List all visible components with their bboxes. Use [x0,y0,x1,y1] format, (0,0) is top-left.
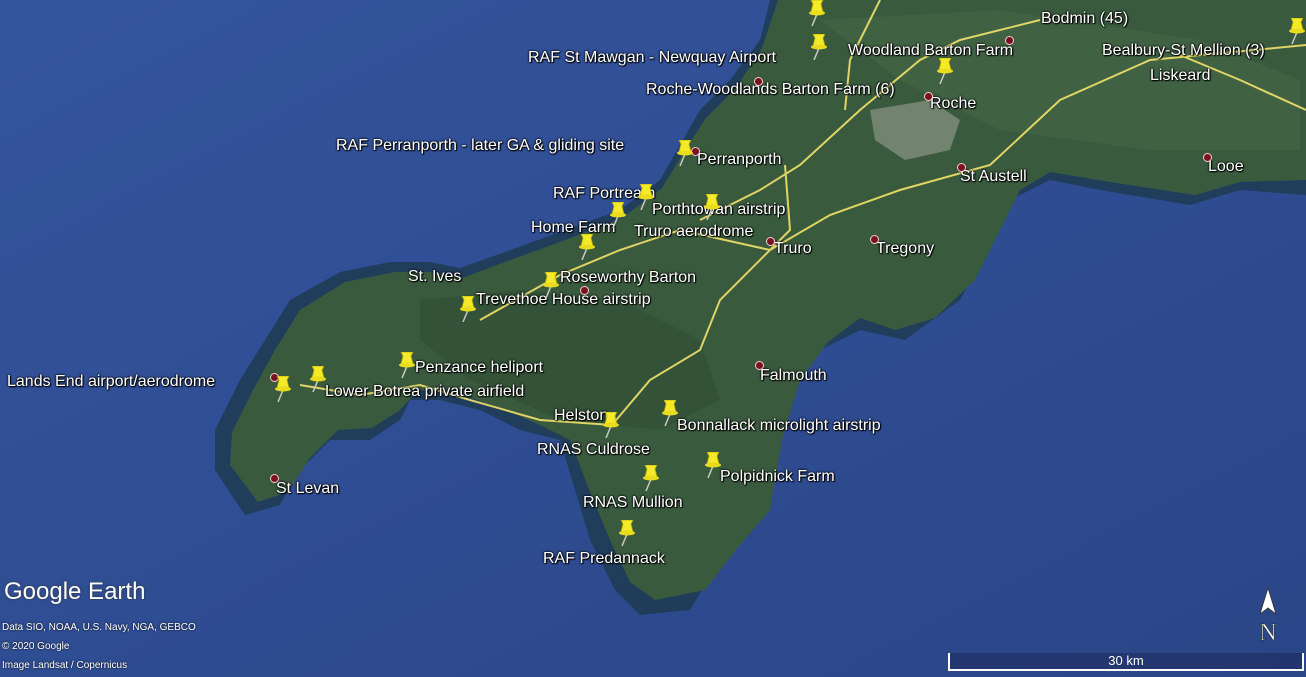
attribution-imagery: Image Landsat / Copernicus [2,660,128,671]
place-label-raf-perranporth[interactable]: RAF Perranporth - later GA & gliding sit… [336,137,624,155]
town-dot[interactable] [766,237,775,246]
pushpin-icon[interactable] [618,520,636,546]
place-label-liskeard[interactable]: Liskeard [1150,67,1210,85]
place-label-roche-woodlands[interactable]: Roche-Woodlands Barton Farm (6) [646,81,895,99]
pushpin-icon[interactable] [704,452,722,478]
attribution-data: Data SIO, NOAA, U.S. Navy, NGA, GEBCO [2,622,196,633]
pushpin-icon[interactable] [578,234,596,260]
place-label-home-farm[interactable]: Home Farm [531,219,615,237]
place-label-polpidnick[interactable]: Polpidnick Farm [720,468,835,486]
place-label-bodmin[interactable]: Bodmin (45) [1041,10,1128,28]
pushpin-icon[interactable] [459,296,477,322]
town-dot[interactable] [270,474,279,483]
place-label-truro-aerodrome[interactable]: Truro aerodrome [634,223,753,241]
pushpin-icon[interactable] [661,400,679,426]
town-dot[interactable] [580,286,589,295]
town-dot[interactable] [870,235,879,244]
town-dot[interactable] [1005,36,1014,45]
place-label-roseworthy[interactable]: Roseworthy Barton [560,269,696,287]
place-label-bonnallack[interactable]: Bonnallack microlight airstrip [677,417,881,435]
place-label-rnas-mullion[interactable]: RNAS Mullion [583,494,683,512]
place-label-perranporth[interactable]: Perranporth [697,151,782,169]
place-label-lands-end[interactable]: Lands End airport/aerodrome [7,373,215,391]
place-label-lower-botrea[interactable]: Lower Botrea private airfield [325,383,524,401]
pushpin-icon[interactable] [1288,18,1306,44]
town-dot[interactable] [754,77,763,86]
place-label-bealbury[interactable]: Bealbury-St Mellion (3) [1102,42,1265,60]
place-label-st-levan[interactable]: St Levan [276,480,339,498]
town-dot[interactable] [957,163,966,172]
pushpin-icon[interactable] [602,412,620,438]
scale-label: 30 km [1108,653,1144,668]
north-arrow-icon[interactable]: N [1254,586,1282,646]
pushpin-icon[interactable] [936,58,954,84]
place-label-penzance[interactable]: Penzance heliport [415,359,543,377]
pushpin-icon[interactable] [642,465,660,491]
town-dot[interactable] [1203,153,1212,162]
place-label-roche[interactable]: Roche [930,95,976,113]
google-earth-logo: Google Earth [4,578,146,605]
pushpin-icon[interactable] [810,34,828,60]
place-label-woodland-barton[interactable]: Woodland Barton Farm [848,42,1013,60]
satellite-map[interactable] [0,0,1306,677]
pushpin-icon[interactable] [398,352,416,378]
pushpin-icon[interactable] [542,272,560,298]
place-label-raf-st-mawgan[interactable]: RAF St Mawgan - Newquay Airport [528,49,776,67]
place-label-rnas-culdrose[interactable]: RNAS Culdrose [537,441,650,459]
place-label-helston[interactable]: Helston [554,407,608,425]
town-dot[interactable] [924,92,933,101]
pushpin-icon[interactable] [609,202,627,228]
place-label-trevethoe[interactable]: Trevethoe House airstrip [476,291,651,309]
place-label-looe[interactable]: Looe [1208,158,1244,176]
north-label: N [1259,620,1276,646]
place-label-falmouth[interactable]: Falmouth [760,367,827,385]
town-dot[interactable] [755,361,764,370]
pushpin-icon[interactable] [309,366,327,392]
place-label-raf-predannack[interactable]: RAF Predannack [543,550,665,568]
place-label-tregony[interactable]: Tregony [876,240,934,258]
attribution-copyright: © 2020 Google [2,641,70,652]
place-label-st-austell[interactable]: St Austell [960,168,1027,186]
pushpin-icon[interactable] [703,194,721,220]
pushpin-icon[interactable] [274,376,292,402]
pushpin-icon[interactable] [676,140,694,166]
pushpin-icon[interactable] [808,0,826,26]
pushpin-icon[interactable] [637,184,655,210]
scale-bar: 30 km [948,653,1304,671]
place-label-st-ives[interactable]: St. Ives [408,268,461,286]
place-label-truro[interactable]: Truro [774,240,812,258]
